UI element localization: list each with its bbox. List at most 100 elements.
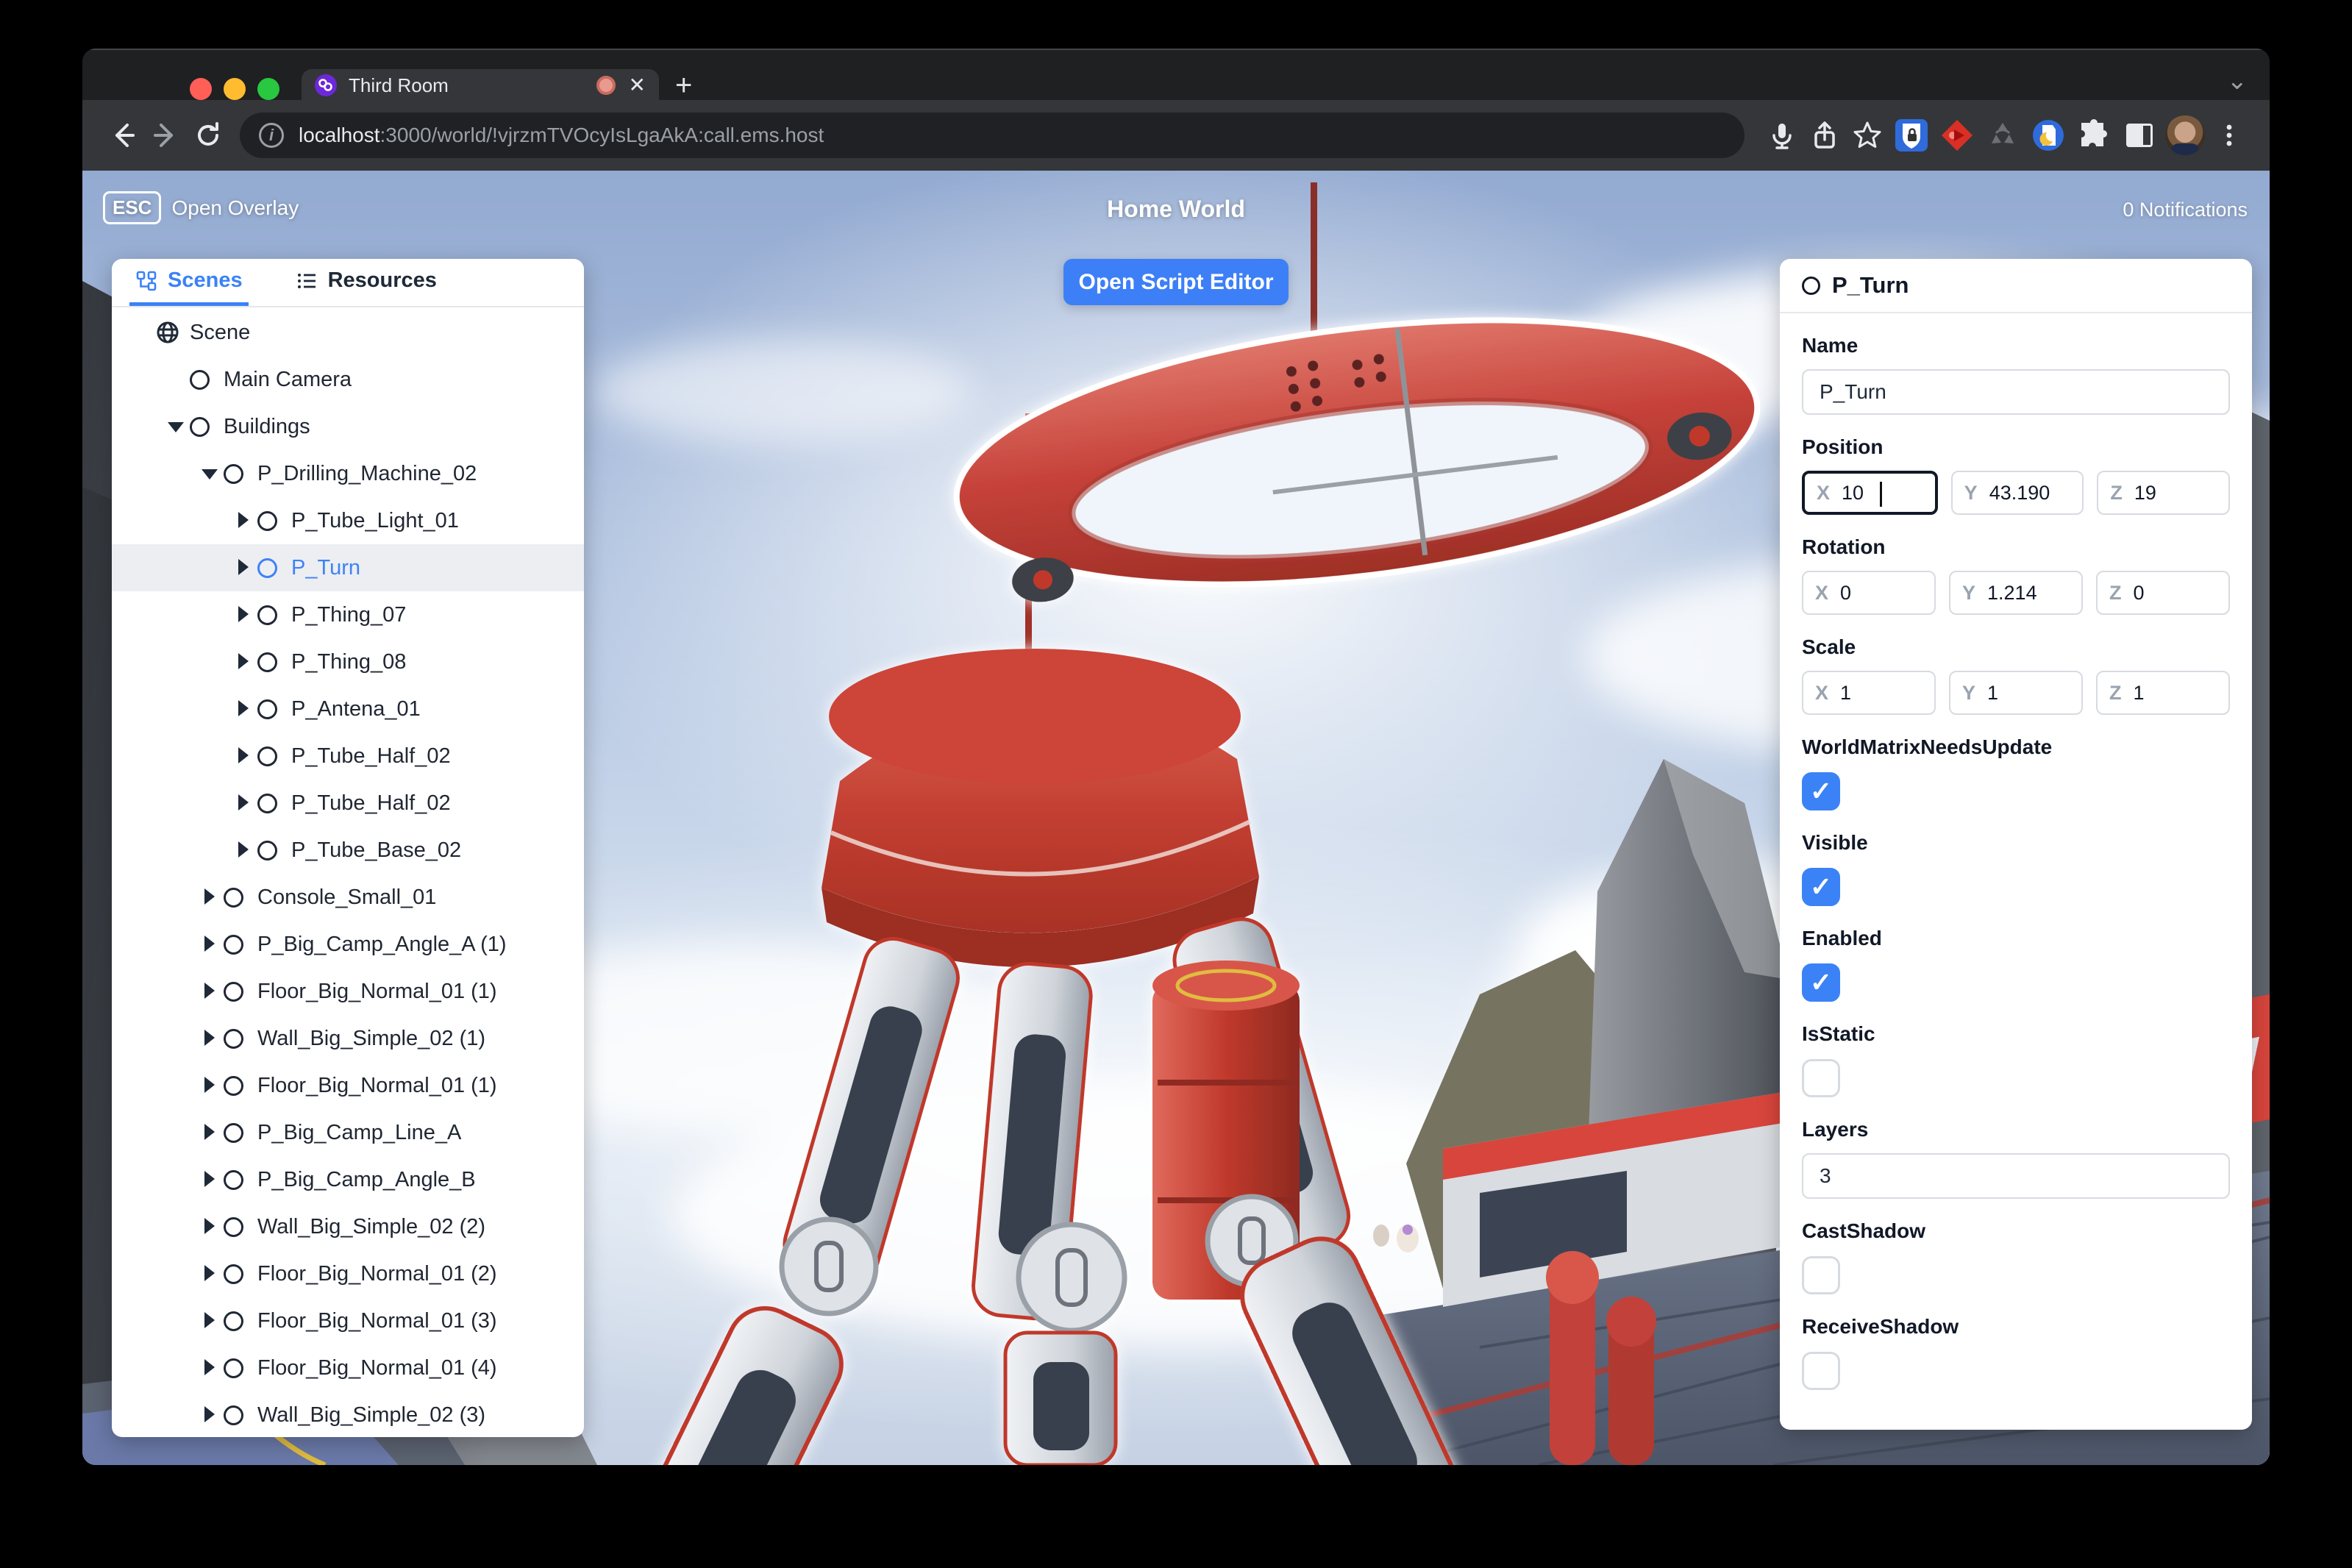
tab-close-icon[interactable]: ✕ [629,75,646,96]
tab-search-chevron-icon[interactable]: ⌄ [2227,66,2248,96]
rotation-y-field[interactable]: Y [1949,571,2083,615]
tree-item-floor-big-normal-01-1[interactable]: Floor_Big_Normal_01 (1) [112,1062,584,1109]
rotation-x-input[interactable] [1840,581,1922,605]
new-tab-button[interactable]: + [675,69,692,102]
tree-item-label: Floor_Big_Normal_01 (3) [257,1308,497,1333]
scale-z-field[interactable]: Z [2096,671,2230,715]
properties-panel: P_Turn Name Position X Y Z Rotatio [1780,259,2252,1430]
reload-button[interactable] [187,114,229,157]
tree-item-main-camera[interactable]: Main Camera [112,356,584,403]
tree-item-wall-big-simple-02-1[interactable]: Wall_Big_Simple_02 (1) [112,1015,584,1062]
tree-item-label: P_Tube_Half_02 [291,791,451,815]
position-y-input[interactable] [1989,481,2071,505]
window-close-button[interactable] [190,78,212,100]
tree-item-buildings[interactable]: Buildings [112,403,584,450]
scale-y-input[interactable] [1987,681,2070,705]
hierarchy-icon [135,270,157,292]
window-minimize-button[interactable] [224,78,246,100]
bookmark-star-icon[interactable] [1846,114,1889,157]
tree-item-p-turn[interactable]: P_Turn [112,544,584,591]
profile-avatar[interactable] [2162,113,2208,158]
tree-item-floor-big-normal-01-2[interactable]: Floor_Big_Normal_01 (2) [112,1250,584,1297]
position-z-field[interactable]: Z [2097,471,2231,515]
scale-label: Scale [1802,635,1856,658]
url-bar[interactable]: i localhost:3000/world/!vjrzmTVOcyIsLgaA… [240,113,1745,158]
position-z-input[interactable] [2134,481,2217,505]
properties-entity-name: P_Turn [1832,272,1909,298]
tab-strip: Third Room ✕ + ⌄ [82,49,2270,102]
tree-item-p-thing-07[interactable]: P_Thing_07 [112,591,584,638]
layers-input[interactable] [1802,1153,2230,1199]
receiveshadow-checkbox[interactable]: ✓ [1802,1352,1840,1390]
back-button[interactable] [101,114,144,157]
rotation-z-field[interactable]: Z [2096,571,2230,615]
browser-window: Third Room ✕ + ⌄ i localhost:3000/world/… [82,49,2270,1465]
extension-moon-icon[interactable] [2025,113,2071,158]
world-3d-viewport[interactable]: ESC Open Overlay Home World 0 Notificati… [82,171,2270,1465]
microphone-icon[interactable] [1761,114,1803,157]
tree-item-p-tube-half-02[interactable]: P_Tube_Half_02 [112,733,584,780]
name-input[interactable] [1802,369,2230,415]
tree-item-console-small-01[interactable]: Console_Small_01 [112,874,584,921]
tree-item-label: P_Tube_Light_01 [291,508,459,532]
share-icon[interactable] [1803,114,1846,157]
castshadow-checkbox[interactable]: ✓ [1802,1256,1840,1294]
tree-item-wall-big-simple-02-2[interactable]: Wall_Big_Simple_02 (2) [112,1203,584,1250]
notifications-status[interactable]: 0 Notifications [2123,199,2248,221]
entity-circle-icon [1802,276,1820,295]
scale-x-input[interactable] [1840,681,1922,705]
entity-circle-icon [224,1169,257,1190]
position-x-input[interactable] [1842,481,1923,505]
isstatic-checkbox[interactable]: ✓ [1802,1059,1840,1097]
position-x-field[interactable]: X [1802,471,1938,515]
tree-item-label: Scene [190,320,251,344]
entity-circle-icon [224,1122,257,1143]
tree-item-p-tube-base-02[interactable]: P_Tube_Base_02 [112,827,584,874]
open-script-editor-button[interactable]: Open Script Editor [1063,259,1289,305]
tree-item-p-drilling-machine-02[interactable]: P_Drilling_Machine_02 [112,450,584,497]
sidebar-toggle-icon[interactable] [2117,113,2162,158]
globe-icon [156,321,190,344]
extension-recycle-icon[interactable] [1980,113,2025,158]
position-y-field[interactable]: Y [1950,471,2084,515]
tree-item-p-big-camp-angle-a-1[interactable]: P_Big_Camp_Angle_A (1) [112,921,584,968]
rotation-x-field[interactable]: X [1802,571,1936,615]
extension-red-icon[interactable] [1934,113,1980,158]
tab-scenes[interactable]: Scenes [129,259,249,306]
forward-button[interactable] [144,114,187,157]
browser-tab[interactable]: Third Room ✕ [302,69,659,101]
entity-circle-icon [224,1216,257,1237]
extensions-puzzle-icon[interactable] [2071,113,2117,158]
tree-item-p-antena-01[interactable]: P_Antena_01 [112,685,584,733]
tree-item-label: Main Camera [224,367,352,391]
rotation-z-input[interactable] [2133,581,2217,605]
properties-header: P_Turn [1780,259,2252,313]
tree-item-p-thing-08[interactable]: P_Thing_08 [112,638,584,685]
scale-y-field[interactable]: Y [1949,671,2083,715]
enabled-checkbox[interactable]: ✓ [1802,963,1840,1002]
rotation-y-input[interactable] [1987,581,2070,605]
tree-item-scene[interactable]: Scene [112,309,584,356]
worldmatrixneedsupdate-checkbox[interactable]: ✓ [1802,772,1840,810]
tree-item-wall-big-simple-02-3[interactable]: Wall_Big_Simple_02 (3) [112,1391,584,1437]
tab-resources[interactable]: Resources [290,259,443,306]
axis-y-label: Y [1964,481,1978,504]
extension-bitwarden-icon[interactable] [1889,113,1934,158]
tree-item-floor-big-normal-01-4[interactable]: Floor_Big_Normal_01 (4) [112,1344,584,1391]
tree-item-p-tube-half-02[interactable]: P_Tube_Half_02 [112,780,584,827]
tree-item-p-big-camp-angle-b[interactable]: P_Big_Camp_Angle_B [112,1156,584,1203]
enabled-label: Enabled [1802,927,1882,949]
tree-item-label: P_Turn [291,555,361,580]
scale-x-field[interactable]: X [1802,671,1936,715]
scale-z-input[interactable] [2133,681,2217,705]
tree-item-floor-big-normal-01-3[interactable]: Floor_Big_Normal_01 (3) [112,1297,584,1344]
visible-checkbox[interactable]: ✓ [1802,868,1840,906]
window-zoom-button[interactable] [257,78,279,100]
tree-item-floor-big-normal-01-1[interactable]: Floor_Big_Normal_01 (1) [112,968,584,1015]
site-info-icon[interactable]: i [259,123,284,148]
entity-circle-icon [224,934,257,955]
tree-item-p-tube-light-01[interactable]: P_Tube_Light_01 [112,497,584,544]
browser-menu-icon[interactable] [2208,114,2251,157]
tree-item-label: P_Big_Camp_Line_A [257,1120,462,1144]
tree-item-p-big-camp-line-a[interactable]: P_Big_Camp_Line_A [112,1109,584,1156]
